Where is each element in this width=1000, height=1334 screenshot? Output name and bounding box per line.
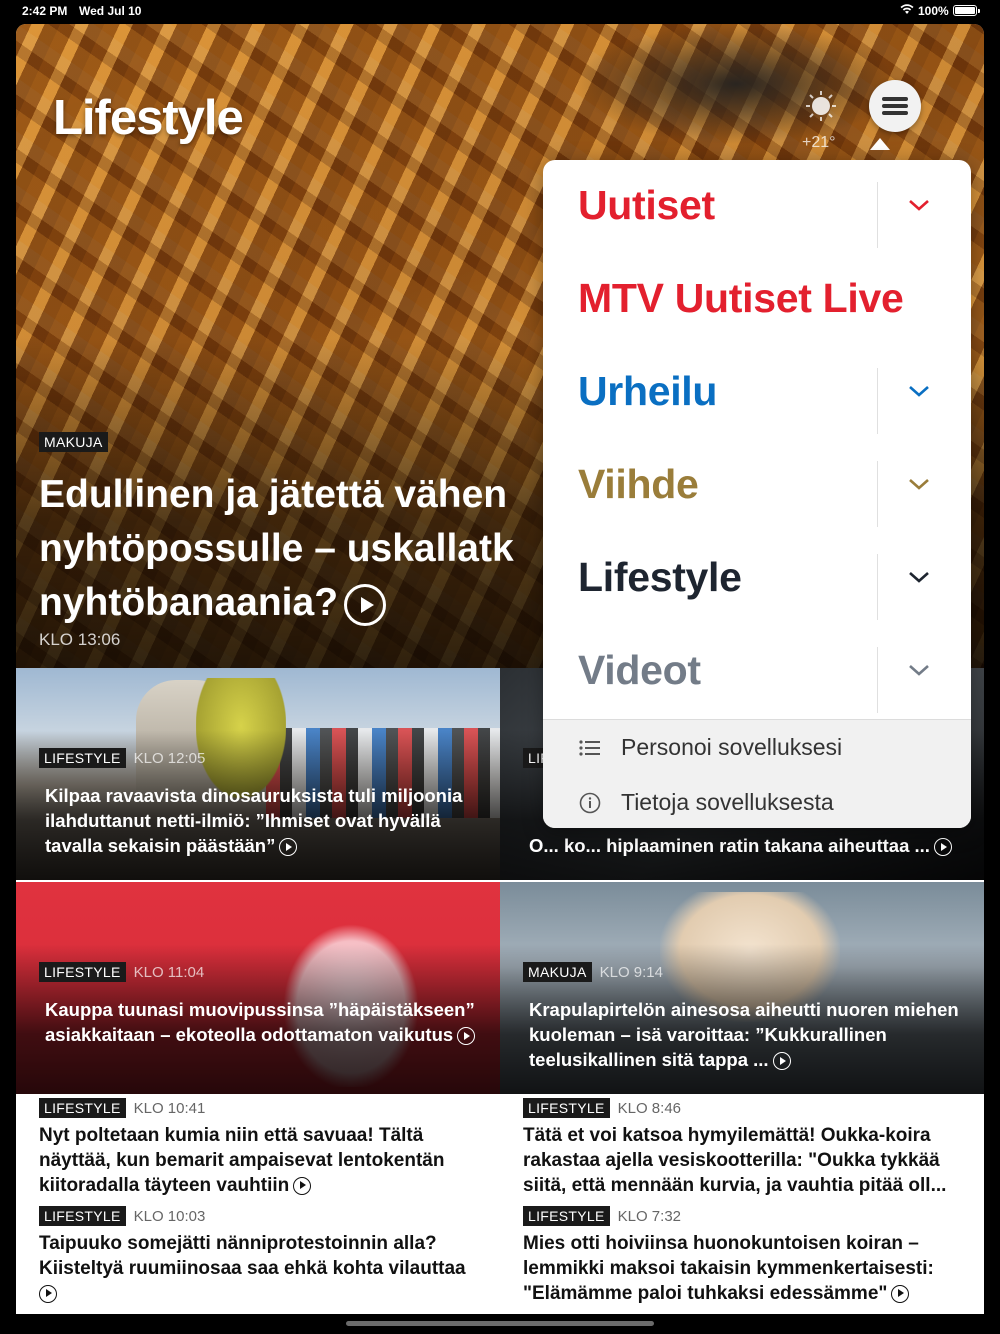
play-icon — [891, 1284, 910, 1303]
timestamp: KLO 9:14 — [599, 963, 663, 981]
about-label: Tietoja sovelluksesta — [621, 789, 834, 815]
timestamp: KLO 10:03 — [133, 1207, 206, 1225]
category-tag: LIFESTYLE — [39, 1206, 126, 1226]
article-card[interactable]: LIFESTYLE KLO 11:04 Kauppa tuunasi muovip… — [16, 882, 500, 1094]
play-icon — [39, 1284, 57, 1303]
timestamp: KLO 11:04 — [133, 963, 205, 981]
menu-button[interactable] — [869, 80, 921, 132]
play-icon — [293, 1176, 312, 1195]
menu-caret — [870, 138, 890, 150]
menu-item-label: Videot — [578, 647, 701, 693]
list-headline: Mies otti hoiviinsa huonokuntoisen koira… — [523, 1233, 934, 1304]
about-link[interactable]: Tietoja sovelluksesta — [579, 789, 834, 816]
home-indicator[interactable] — [346, 1321, 654, 1326]
card-headline: Kauppa tuunasi muovipussinsa ”häpäistäks… — [45, 999, 476, 1046]
battery-percent: 100% — [918, 4, 949, 18]
category-tag: MAKUJA — [523, 962, 592, 982]
category-tag: LIFESTYLE — [39, 1098, 126, 1118]
timestamp: KLO 12:05 — [133, 749, 206, 767]
hamburger-icon — [882, 97, 908, 115]
menu-item-lifestyle[interactable]: Lifestyle — [543, 532, 971, 625]
play-icon — [772, 1052, 791, 1071]
menu-item-mtv-uutiset-live[interactable]: MTV Uutiset Live — [543, 253, 971, 346]
category-tag: LIFESTYLE — [39, 748, 126, 768]
article-card[interactable]: LIFESTYLE KLO 12:05 Kilpaa ravaavista din… — [16, 668, 500, 880]
menu-item-label: Urheilu — [578, 368, 718, 414]
hero-headline[interactable]: Edullinen ja jätettä vähen nyhtöpossulle… — [39, 468, 599, 630]
menu-item-label: Uutiset — [578, 182, 715, 228]
weather-widget[interactable]: +21° — [802, 88, 838, 158]
play-icon — [933, 838, 952, 857]
list-item[interactable]: LIFESTYLE KLO 10:41 Nyt poltetaan kumia n… — [39, 1098, 499, 1198]
card-headline: Kilpaa ravaavista dinosauruksista tuli m… — [45, 785, 463, 857]
list-item[interactable]: LIFESTYLE KLO 8:46 Tätä et voi katsoa hym… — [523, 1098, 983, 1198]
status-date: Wed Jul 10 — [79, 4, 142, 18]
menu-item-uutiset[interactable]: Uutiset — [543, 160, 971, 253]
status-bar: 2:42 PM Wed Jul 10 100% — [0, 0, 1000, 22]
info-icon — [579, 792, 601, 814]
weather-temp: +21° — [802, 134, 836, 151]
chevron-down-icon[interactable] — [907, 384, 931, 398]
menu-item-label: Viihde — [578, 461, 699, 507]
article-card[interactable]: MAKUJA KLO 9:14 Krapulapirtelön ainesosa … — [500, 882, 984, 1094]
navigation-menu: Uutiset MTV Uutiset Live Urheilu Viihde … — [543, 160, 971, 828]
list-headline: Tätä et voi katsoa hymyilemättä! Oukka-k… — [523, 1125, 947, 1196]
section-title: Lifestyle — [53, 91, 244, 145]
menu-footer: Personoi sovelluksesi Tietoja sovellukse… — [543, 719, 971, 828]
menu-item-label: MTV Uutiset Live — [578, 275, 904, 321]
article-list-right: LIFESTYLE KLO 8:46 Tätä et voi katsoa hym… — [523, 1098, 983, 1314]
category-tag: LIFESTYLE — [523, 1206, 610, 1226]
category-tag: LIFESTYLE — [39, 962, 126, 982]
chevron-down-icon[interactable] — [907, 477, 931, 491]
category-tag: LIFESTYLE — [523, 1098, 610, 1118]
list-icon — [579, 737, 601, 759]
timestamp: KLO 8:46 — [617, 1099, 682, 1117]
list-item[interactable]: LIFESTYLE KLO 7:32 Mies otti hoiviinsa hu… — [523, 1206, 983, 1306]
sun-icon — [806, 91, 836, 121]
wifi-icon — [900, 4, 914, 14]
timestamp: KLO 7:32 — [617, 1207, 682, 1225]
timestamp: KLO 10:41 — [133, 1099, 206, 1117]
card-headline: O... ko... hiplaaminen ratin takana aihe… — [529, 833, 969, 858]
chevron-down-icon[interactable] — [907, 570, 931, 584]
play-icon — [279, 838, 298, 857]
personalize-label: Personoi sovelluksesi — [621, 734, 843, 760]
status-time: 2:42 PM — [22, 4, 68, 18]
hero-timestamp: KLO 13:06 — [39, 630, 121, 649]
list-headline: Taipuuko somejätti nänniprotestoinnin al… — [39, 1231, 499, 1306]
list-item[interactable]: LIFESTYLE KLO 10:03 Taipuuko somejätti nä… — [39, 1206, 499, 1306]
personalize-link[interactable]: Personoi sovelluksesi — [579, 734, 842, 761]
battery-icon — [953, 5, 980, 16]
category-tag: MAKUJA — [39, 432, 108, 452]
menu-item-urheilu[interactable]: Urheilu — [543, 346, 971, 439]
menu-item-viihde[interactable]: Viihde — [543, 439, 971, 532]
play-icon — [344, 583, 387, 626]
list-headline: Nyt poltetaan kumia niin että savuaa! Tä… — [39, 1125, 445, 1196]
chevron-down-icon[interactable] — [907, 198, 931, 212]
article-list-left: LIFESTYLE KLO 10:41 Nyt poltetaan kumia n… — [39, 1098, 499, 1314]
menu-item-label: Lifestyle — [578, 554, 742, 600]
menu-item-videot[interactable]: Videot — [543, 625, 971, 718]
play-icon — [457, 1027, 476, 1046]
card-headline: Krapulapirtelön ainesosa aiheutti nuoren… — [529, 999, 959, 1071]
chevron-down-icon[interactable] — [907, 663, 931, 677]
